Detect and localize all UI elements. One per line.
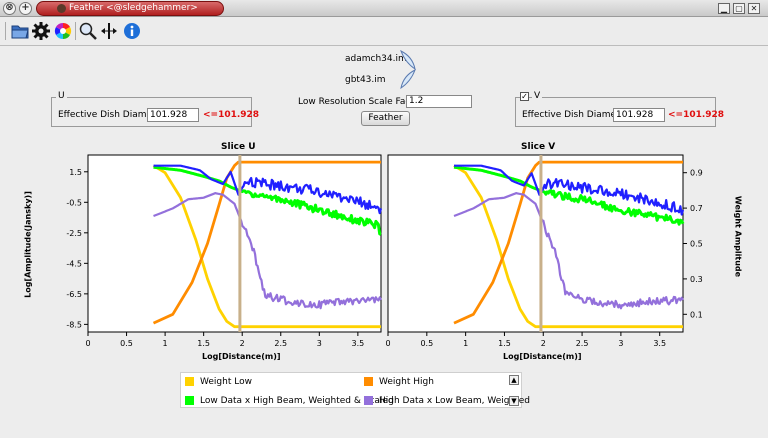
y-tick-label: -0.5: [66, 198, 82, 207]
x-tick-label: 1: [463, 339, 468, 348]
x-tick-label: 3.5: [653, 339, 666, 348]
y2-tick-label: 0.3: [690, 275, 703, 284]
charts-canvas[interactable]: 0 0.5 1 1.5 2 2.5 3 3.5 1.5 -0.5 -2.5 -4.5 -6.5 -8.5 0…: [0, 0, 768, 360]
y2-tick-label: 0.1: [690, 310, 703, 319]
y2-tick-label: 0.5: [690, 240, 703, 249]
x-tick-label: 2: [541, 339, 546, 348]
x-tick-label: 3: [317, 339, 322, 348]
chart-legend: Weight Low Weight High Low Data x High B…: [180, 372, 530, 408]
x-tick-label: 2.5: [274, 339, 287, 348]
y-tick-label: -8.5: [66, 320, 82, 329]
y-tick-label: -2.5: [66, 229, 82, 238]
y2-tick-label: 0.9: [690, 169, 703, 178]
x-tick-label: 3: [618, 339, 623, 348]
legend-swatch: [185, 377, 194, 386]
x-tick-label: 3.5: [352, 339, 365, 348]
legend-swatch: [364, 396, 373, 405]
x-tick-label: 1.5: [498, 339, 511, 348]
x-tick-label: 2: [240, 339, 245, 348]
x-tick-label: 0: [85, 339, 90, 348]
x-tick-label: 0.5: [420, 339, 433, 348]
legend-swatch: [185, 396, 194, 405]
y-tick-label: -6.5: [66, 290, 82, 299]
y-tick-label: -4.5: [66, 259, 82, 268]
x-tick-label: 2.5: [576, 339, 589, 348]
legend-scroll-up[interactable]: ▲: [509, 375, 519, 385]
x-axis-label-u: Log[Distance(m)]: [202, 352, 281, 361]
y2-tick-label: 0.7: [690, 204, 703, 213]
legend-label: Weight High: [379, 377, 434, 387]
x-tick-label: 0: [385, 339, 390, 348]
legend-swatch: [364, 377, 373, 386]
x-tick-label: 1: [163, 339, 168, 348]
legend-scroll-down[interactable]: ▼: [509, 396, 519, 406]
x-tick-label: 0.5: [120, 339, 133, 348]
y-tick-label: 1.5: [69, 168, 82, 177]
x-axis-label-v: Log[Distance(m)]: [503, 352, 582, 361]
legend-label: Weight Low: [200, 377, 252, 387]
legend-label: High Data x Low Beam, Weighted: [379, 396, 530, 406]
x-tick-label: 1.5: [197, 339, 210, 348]
